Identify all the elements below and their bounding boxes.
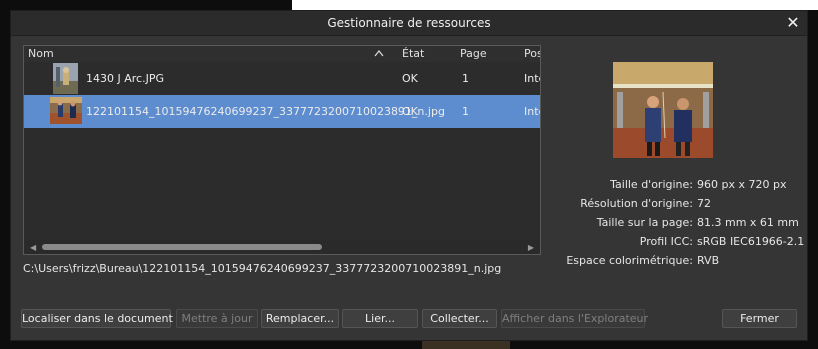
- link-button[interactable]: Lier...: [342, 309, 418, 328]
- horizontal-scrollbar[interactable]: ◀ ▶: [24, 240, 540, 254]
- file-state: OK: [402, 72, 418, 85]
- scroll-left-icon[interactable]: ◀: [30, 243, 36, 252]
- info-icc-profile: Profil ICC: sRGB IEC61966-2.1: [571, 235, 811, 251]
- title-bar: Gestionnaire de ressources ✕: [11, 11, 807, 36]
- resource-list[interactable]: Nom État Page Pos 1430 J Arc.JPG OK 1 In…: [23, 45, 541, 255]
- info-original-size: Taille d'origine: 960 px x 720 px: [571, 178, 811, 194]
- resource-manager-dialog: Gestionnaire de ressources ✕ Nom État Pa…: [10, 10, 808, 341]
- info-label: Taille d'origine:: [610, 178, 693, 191]
- file-position: Inte: [524, 105, 540, 118]
- file-position: Inte: [524, 72, 540, 85]
- file-name: 122101154_10159476240699237_337772320071…: [86, 105, 445, 118]
- column-header-position[interactable]: Pos: [524, 47, 540, 60]
- info-label: Taille sur la page:: [596, 216, 693, 229]
- update-button[interactable]: Mettre à jour: [176, 309, 258, 328]
- info-label: Profil ICC:: [639, 235, 693, 248]
- info-value: sRGB IEC61966-2.1: [697, 235, 805, 248]
- background-image-strip: [422, 340, 510, 349]
- info-original-resolution: Résolution d'origine: 72: [571, 197, 811, 213]
- scroll-right-icon[interactable]: ▶: [528, 243, 534, 252]
- info-value: 960 px x 720 px: [697, 178, 787, 191]
- info-color-space: Espace colorimétrique: RVB: [566, 254, 811, 270]
- info-value: RVB: [697, 254, 720, 267]
- file-page: 1: [462, 105, 469, 118]
- list-item-selected[interactable]: 122101154_10159476240699237_337772320071…: [24, 95, 540, 128]
- replace-button[interactable]: Remplacer...: [261, 309, 339, 328]
- info-label: Espace colorimétrique:: [566, 254, 693, 267]
- collect-button[interactable]: Collecter...: [422, 309, 497, 328]
- close-icon[interactable]: ✕: [783, 13, 803, 33]
- file-name: 1430 J Arc.JPG: [86, 72, 164, 85]
- locate-in-document-button[interactable]: Localiser dans le document: [21, 309, 173, 328]
- info-value: 72: [697, 197, 711, 210]
- list-header: Nom État Page Pos: [24, 46, 540, 62]
- close-button[interactable]: Fermer: [722, 309, 797, 328]
- info-page-size: Taille sur la page: 81.3 mm x 61 mm: [571, 216, 811, 232]
- column-header-name[interactable]: Nom: [28, 47, 54, 60]
- dialog-title: Gestionnaire de ressources: [327, 16, 491, 30]
- file-page: 1: [462, 72, 469, 85]
- background-window: [292, 0, 818, 10]
- show-in-explorer-button[interactable]: Afficher dans l'Explorateur: [501, 309, 648, 328]
- info-label: Résolution d'origine:: [580, 197, 693, 210]
- column-header-state[interactable]: État: [402, 47, 424, 60]
- image-preview: [613, 62, 713, 158]
- scrollbar-thumb[interactable]: [42, 244, 322, 250]
- image-thumbnail: [50, 97, 82, 124]
- file-path: C:\Users\frizz\Bureau\122101154_10159476…: [23, 262, 502, 275]
- image-thumbnail: [53, 63, 78, 94]
- info-value: 81.3 mm x 61 mm: [697, 216, 799, 229]
- file-state: OK: [402, 105, 418, 118]
- list-item[interactable]: 1430 J Arc.JPG OK 1 Inte: [24, 62, 540, 95]
- column-header-page[interactable]: Page: [460, 47, 487, 60]
- sort-ascending-icon[interactable]: [374, 48, 384, 58]
